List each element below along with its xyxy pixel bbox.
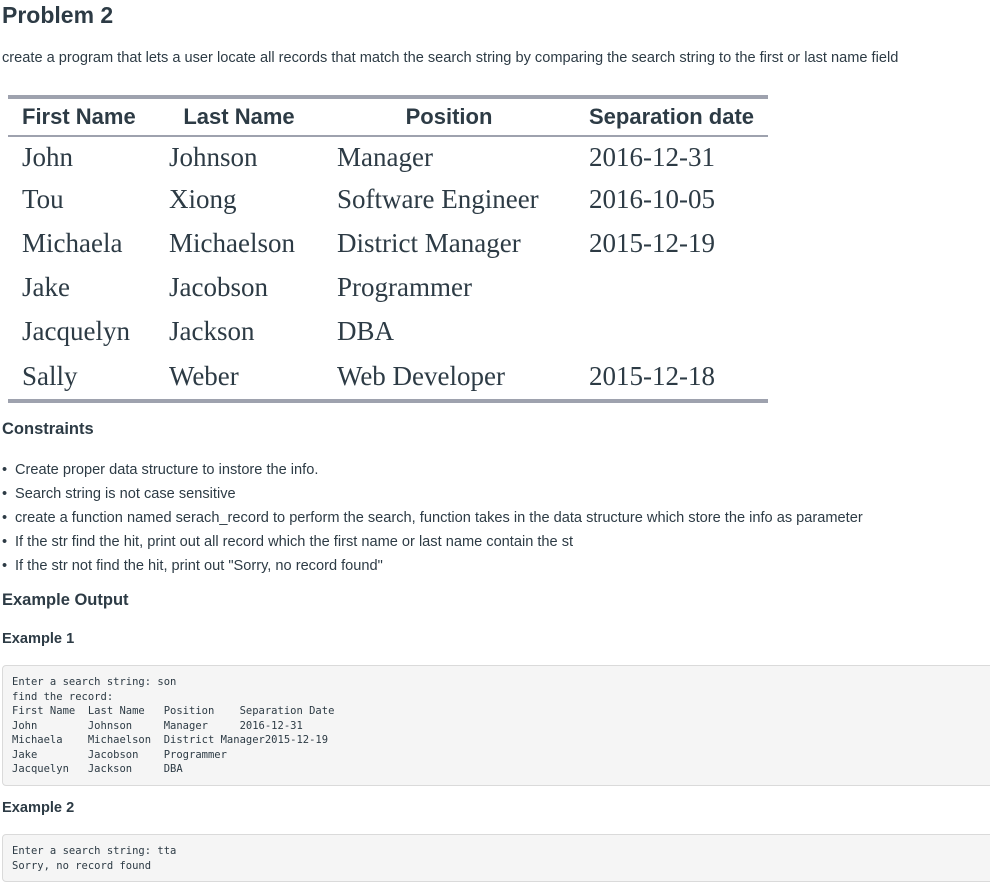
constraint-text: Search string is not case sensitive xyxy=(15,486,236,502)
cell-first-name: Tou xyxy=(22,183,64,214)
cell-separation-date: 2016-12-31 xyxy=(589,141,715,172)
header-separation-date: Separation date xyxy=(575,97,769,137)
constraint-text: create a function named serach_record to… xyxy=(15,510,863,526)
list-item: • Search string is not case sensitive xyxy=(2,482,863,506)
records-table: First Name Last Name Position Separation… xyxy=(8,95,769,403)
bullet-icon: • xyxy=(2,462,8,478)
bullet-icon: • xyxy=(2,486,8,502)
cell-first-name: Jake xyxy=(22,271,70,302)
cell-position: District Manager xyxy=(337,227,521,258)
cell-first-name: Michaela xyxy=(22,227,123,258)
cell-position: Software Engineer xyxy=(337,183,539,214)
example-2-heading: Example 2 xyxy=(2,800,75,816)
cell-last-name: Michaelson xyxy=(169,227,295,258)
table-header-row: First Name Last Name Position Separation… xyxy=(8,97,769,137)
list-item: • create a function named serach_record t… xyxy=(2,506,863,530)
cell-position: Manager xyxy=(337,141,433,172)
cell-first-name: Jacquelyn xyxy=(22,315,130,346)
cell-separation-date: 2016-10-05 xyxy=(589,183,715,214)
bullet-icon: • xyxy=(2,558,8,574)
page-title: Problem 2 xyxy=(2,2,114,28)
cell-separation-date xyxy=(575,265,768,309)
example-1-code-block: Enter a search string: son find the reco… xyxy=(2,665,990,786)
cell-first-name: Sally xyxy=(22,360,78,391)
header-last-name: Last Name xyxy=(155,97,323,137)
cell-position: Web Developer xyxy=(337,360,505,391)
constraint-text: If the str not find the hit, print out "… xyxy=(15,558,383,574)
table-row: Jake Jacobson Programmer xyxy=(8,265,768,309)
table-row: Tou Xiong Software Engineer 2016-10-05 xyxy=(8,177,768,221)
table-row: Michaela Michaelson District Manager 201… xyxy=(8,221,768,265)
list-item: • If the str not find the hit, print out … xyxy=(2,554,863,578)
table-row: Sally Weber Web Developer 2015-12-18 xyxy=(8,353,768,401)
table-row: John Johnson Manager 2016-12-31 xyxy=(8,136,768,177)
header-first-name: First Name xyxy=(8,97,155,137)
cell-separation-date: 2015-12-18 xyxy=(589,360,715,391)
constraint-text: Create proper data structure to instore … xyxy=(15,462,319,478)
cell-last-name: Jacobson xyxy=(169,271,268,302)
cell-separation-date: 2015-12-19 xyxy=(589,227,715,258)
list-item: • If the str find the hit, print out all … xyxy=(2,530,863,554)
bullet-icon: • xyxy=(2,510,8,526)
cell-last-name: Weber xyxy=(169,360,239,391)
problem-description: create a program that lets a user locate… xyxy=(2,50,899,66)
constraints-heading: Constraints xyxy=(2,420,94,438)
table-row: Jacquelyn Jackson DBA xyxy=(8,309,768,353)
cell-first-name: John xyxy=(22,141,74,172)
constraints-list: • Create proper data structure to instore… xyxy=(2,458,863,578)
example-1-heading: Example 1 xyxy=(2,631,75,647)
cell-position: DBA xyxy=(337,315,395,346)
constraint-text: If the str find the hit, print out all r… xyxy=(15,534,574,550)
example-output-heading: Example Output xyxy=(2,591,129,609)
cell-position: Programmer xyxy=(337,271,472,302)
bullet-icon: • xyxy=(2,534,8,550)
cell-last-name: Johnson xyxy=(169,141,258,172)
example-2-code-block: Enter a search string: tta Sorry, no rec… xyxy=(2,834,990,882)
cell-last-name: Jackson xyxy=(169,315,255,346)
header-position: Position xyxy=(323,97,575,137)
cell-separation-date xyxy=(575,309,768,353)
list-item: • Create proper data structure to instore… xyxy=(2,458,863,482)
cell-last-name: Xiong xyxy=(169,183,237,214)
